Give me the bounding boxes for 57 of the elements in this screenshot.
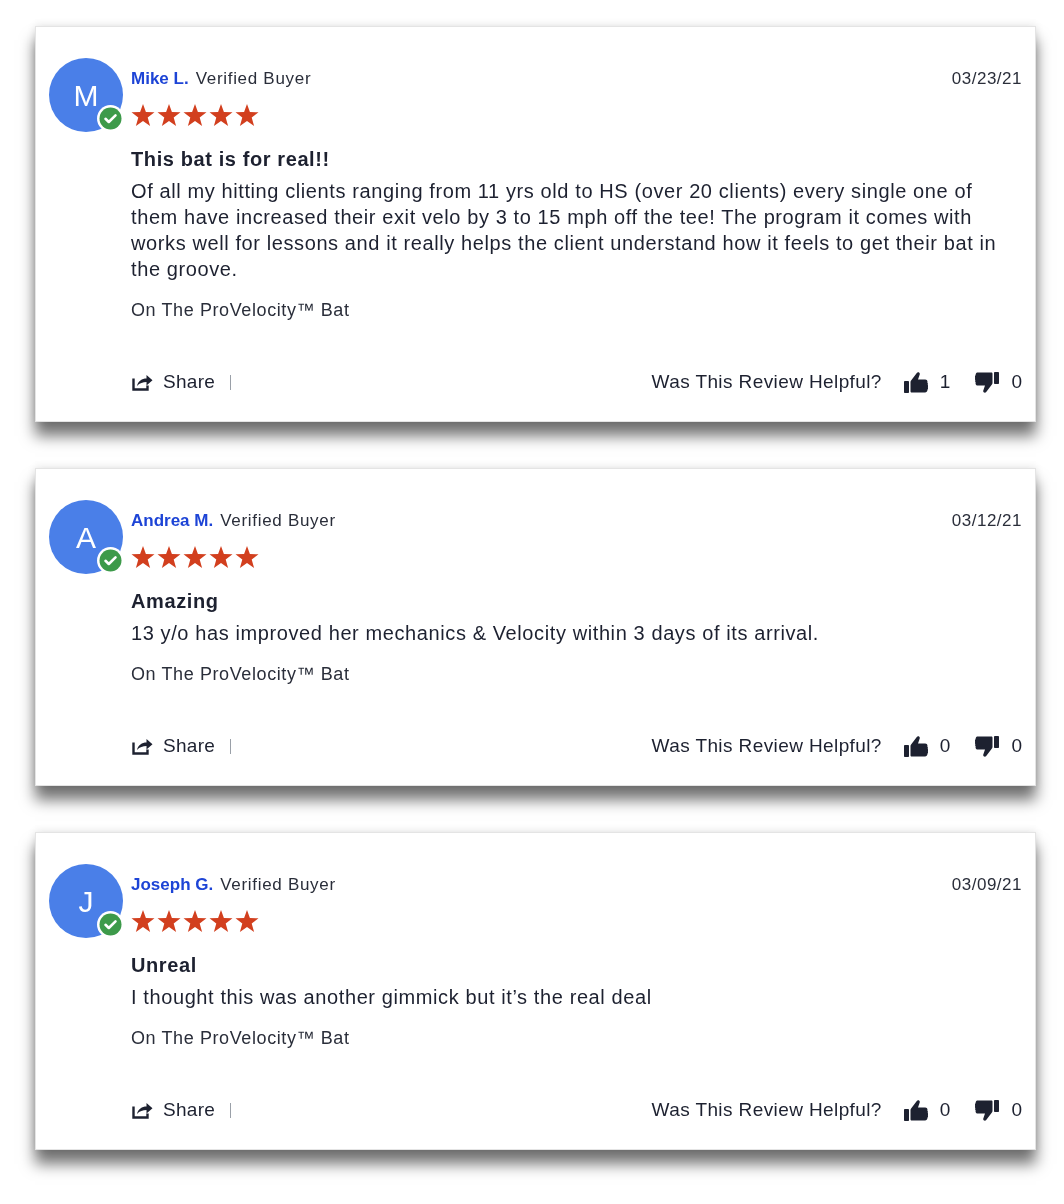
review-date: 03/09/21	[951, 874, 1022, 897]
reviewer-name[interactable]: Mike L.	[131, 66, 189, 92]
helpful-no-button[interactable]: 0	[975, 367, 1022, 397]
share-button[interactable]: Share	[131, 1095, 216, 1125]
helpful-yes-button[interactable]: 1	[903, 367, 951, 397]
product-label: On The ProVelocity™ Bat	[131, 299, 351, 322]
review-title: This bat is for real!!	[131, 147, 331, 172]
star-icon	[183, 104, 207, 126]
share-icon	[132, 373, 153, 391]
review-text: Of all my hitting clients ranging from 11 yrs old to HS (over 20 clients) every single one of them have increased their exit velo by 3 to 15 mph off the tee! The program it comes with works well for lessons and it really helps the client understand how it feels to get their bat in the groove.	[131, 179, 998, 282]
star-icon	[157, 104, 181, 126]
star-icon	[209, 910, 233, 932]
product-label: On The ProVelocity™ Bat	[131, 663, 351, 686]
helpful-prompt: Was This Review Helpful?	[651, 1097, 882, 1122]
star-icon	[131, 104, 155, 126]
star-icon	[209, 104, 233, 126]
reviewer-name[interactable]: Andrea M.	[131, 508, 214, 534]
star-icon	[131, 546, 155, 568]
review-date: 03/12/21	[951, 510, 1022, 533]
helpful-yes-button[interactable]: 0	[903, 731, 951, 761]
star-icon	[235, 104, 259, 126]
product-label: On The ProVelocity™ Bat	[131, 1027, 351, 1050]
star-icon	[157, 910, 181, 932]
star-icon	[209, 546, 233, 568]
star-icon	[157, 546, 181, 568]
thumbs-down-icon	[975, 735, 1000, 757]
helpful-prompt: Was This Review Helpful?	[651, 733, 882, 758]
helpful-prompt: Was This Review Helpful?	[651, 369, 882, 394]
avatar: M	[49, 58, 123, 132]
star-icon	[235, 910, 259, 932]
share-icon	[132, 737, 153, 755]
thumbs-up-icon	[903, 371, 928, 393]
avatar: J	[49, 864, 123, 938]
avatar: A	[49, 500, 123, 574]
verified-buyer-label: Verified Buyer	[195, 68, 312, 91]
star-icon	[131, 910, 155, 932]
share-button[interactable]: Share	[131, 367, 216, 397]
verified-buyer-label: Verified Buyer	[220, 510, 336, 533]
thumbs-down-icon	[975, 1099, 1000, 1121]
thumbs-down-icon	[975, 371, 1000, 393]
helpful-yes-button[interactable]: 0	[903, 1095, 951, 1125]
star-icon	[235, 546, 259, 568]
review-date: 03/23/21	[951, 68, 1022, 91]
star-icon	[183, 546, 207, 568]
thumbs-up-icon	[903, 735, 928, 757]
reviewer-name[interactable]: Joseph G.	[131, 872, 214, 898]
review-text: 13 y/o has improved her mechanics & Velocity within 3 days of its arrival.	[131, 621, 821, 646]
helpful-no-button[interactable]: 0	[975, 1095, 1022, 1125]
share-icon	[132, 1101, 153, 1119]
helpful-no-button[interactable]: 0	[975, 731, 1022, 761]
review-title: Amazing	[131, 589, 220, 614]
review-title: Unreal	[131, 953, 198, 978]
star-icon	[183, 910, 207, 932]
share-button[interactable]: Share	[131, 731, 216, 761]
review-text: I thought this was another gimmick but it’s the real deal	[131, 985, 653, 1010]
verified-buyer-label: Verified Buyer	[220, 874, 336, 897]
thumbs-up-icon	[903, 1099, 928, 1121]
